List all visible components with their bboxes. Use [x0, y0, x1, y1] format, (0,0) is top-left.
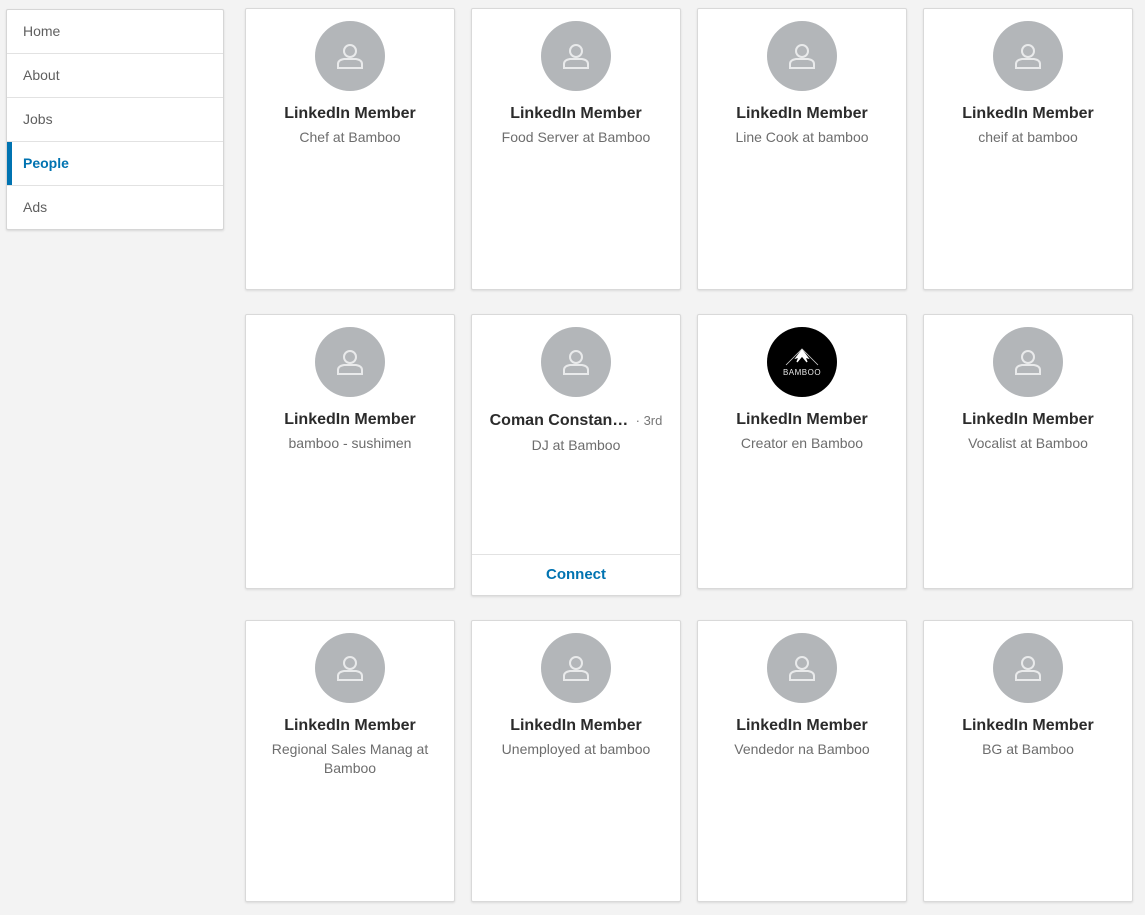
person-name[interactable]: LinkedIn Member [480, 717, 672, 735]
nav-item-home[interactable]: Home [7, 10, 223, 54]
person-headline: Creator en Bamboo [740, 435, 864, 451]
person-name[interactable]: LinkedIn Member [480, 105, 672, 123]
person-name[interactable]: LinkedIn Member [932, 411, 1124, 429]
person-headline: cheif at bamboo [978, 129, 1078, 145]
person-headline: Regional Sales Manag at Bamboo [271, 741, 429, 776]
person-headline: DJ at Bamboo [531, 437, 621, 453]
nav-item-about[interactable]: About [7, 54, 223, 98]
connect-button[interactable]: Connect [472, 554, 680, 595]
person-name[interactable]: Coman Constanti... [490, 412, 630, 430]
person-silhouette-icon [767, 633, 837, 703]
person-card[interactable]: LinkedIn Member Chef at Bamboo [245, 8, 455, 290]
person-headline: BG at Bamboo [982, 741, 1074, 757]
person-name[interactable]: LinkedIn Member [932, 105, 1124, 123]
person-name[interactable]: LinkedIn Member [932, 717, 1124, 735]
person-silhouette-icon [541, 21, 611, 91]
person-headline: Line Cook at bamboo [735, 129, 869, 145]
person-headline: Unemployed at bamboo [501, 741, 651, 757]
person-card[interactable]: LinkedIn Member Vocalist at Bamboo [923, 314, 1133, 589]
nav-item-jobs[interactable]: Jobs [7, 98, 223, 142]
person-card[interactable]: LinkedIn Member bamboo - sushimen [245, 314, 455, 589]
person-headline: bamboo - sushimen [288, 435, 412, 451]
person-name-row: Coman Constanti... · 3rd [480, 412, 672, 430]
person-card[interactable]: LinkedIn Member Regional Sales Manag at … [245, 620, 455, 902]
connection-degree-badge: · 3rd [635, 413, 663, 428]
person-card[interactable]: LinkedIn Member cheif at bamboo [923, 8, 1133, 290]
sidebar-nav: Home About Jobs People Ads [6, 9, 224, 230]
person-headline: Vendedor na Bamboo [734, 741, 870, 757]
logo-text: BAMBOO [782, 367, 822, 377]
person-silhouette-icon [315, 327, 385, 397]
person-name[interactable]: LinkedIn Member [706, 411, 898, 429]
nav-item-people[interactable]: People [7, 142, 223, 186]
bamboo-logo: BAMBOO [767, 327, 837, 397]
person-name[interactable]: LinkedIn Member [254, 411, 446, 429]
person-silhouette-icon [541, 327, 611, 397]
person-card[interactable]: Coman Constanti... · 3rd DJ at Bamboo Co… [471, 314, 681, 596]
person-silhouette-icon [767, 21, 837, 91]
person-card[interactable]: BAMBOO LinkedIn Member Creator en Bamboo [697, 314, 907, 589]
person-headline: Vocalist at Bamboo [968, 435, 1088, 451]
person-silhouette-icon [541, 633, 611, 703]
person-silhouette-icon [315, 21, 385, 91]
person-card[interactable]: LinkedIn Member Unemployed at bamboo [471, 620, 681, 902]
person-card[interactable]: LinkedIn Member Vendedor na Bamboo [697, 620, 907, 902]
person-silhouette-icon [315, 633, 385, 703]
person-silhouette-icon [993, 633, 1063, 703]
person-silhouette-icon [993, 21, 1063, 91]
person-headline: Chef at Bamboo [299, 129, 401, 145]
person-card[interactable]: LinkedIn Member Food Server at Bamboo [471, 8, 681, 290]
nav-item-ads[interactable]: Ads [7, 186, 223, 229]
person-card[interactable]: LinkedIn Member BG at Bamboo [923, 620, 1133, 902]
person-name[interactable]: LinkedIn Member [706, 717, 898, 735]
person-name[interactable]: LinkedIn Member [706, 105, 898, 123]
person-headline: Food Server at Bamboo [501, 129, 651, 145]
person-name[interactable]: LinkedIn Member [254, 717, 446, 735]
person-silhouette-icon [993, 327, 1063, 397]
person-name[interactable]: LinkedIn Member [254, 105, 446, 123]
person-card[interactable]: LinkedIn Member Line Cook at bamboo [697, 8, 907, 290]
